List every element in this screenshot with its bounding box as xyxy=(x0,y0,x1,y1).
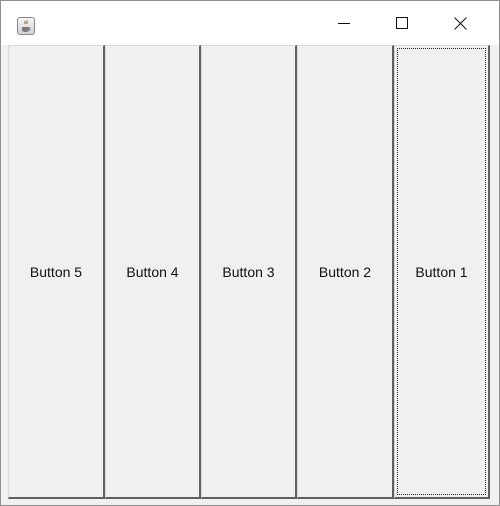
button-2-label: Button 2 xyxy=(318,263,372,280)
button-4[interactable]: Button 4 xyxy=(105,45,201,499)
button-5[interactable]: Button 5 xyxy=(8,45,105,499)
button-panel: Button 5 Button 4 Button 3 Button 2 Butt… xyxy=(8,45,490,499)
app-window: Button 5 Button 4 Button 3 Button 2 Butt… xyxy=(0,0,500,506)
button-3-label: Button 3 xyxy=(222,263,275,280)
button-2[interactable]: Button 2 xyxy=(297,45,394,499)
maximize-icon xyxy=(396,17,408,29)
button-1-label: Button 1 xyxy=(415,263,468,280)
button-1[interactable]: Button 1 xyxy=(394,45,490,499)
title-bar[interactable] xyxy=(1,1,499,45)
button-4-label: Button 4 xyxy=(126,263,179,280)
button-5-label: Button 5 xyxy=(29,263,83,280)
close-button[interactable] xyxy=(431,1,489,45)
java-cup-icon[interactable] xyxy=(17,17,35,35)
maximize-button[interactable] xyxy=(373,1,431,45)
minimize-button[interactable] xyxy=(315,1,373,45)
close-icon xyxy=(453,16,467,30)
minimize-icon xyxy=(338,23,350,24)
button-3[interactable]: Button 3 xyxy=(201,45,297,499)
